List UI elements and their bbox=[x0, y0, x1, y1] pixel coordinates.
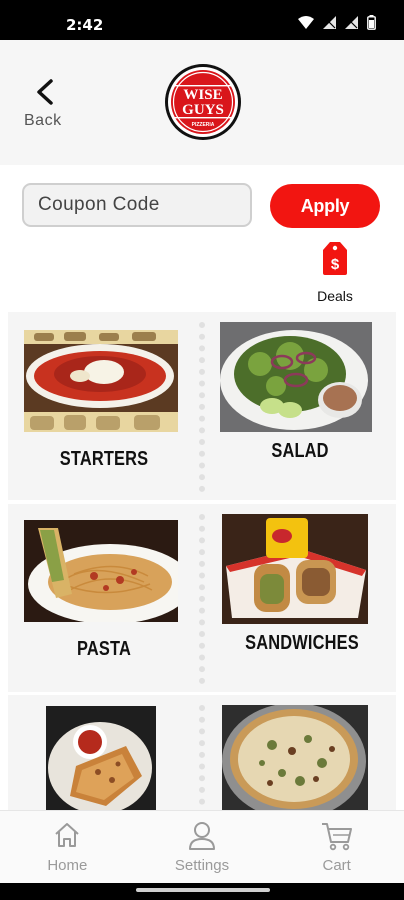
signal-icon-2 bbox=[345, 16, 358, 29]
salad-image bbox=[220, 322, 372, 432]
sandwiches-image bbox=[222, 514, 368, 624]
app-screen: Back WISE GUYS PIZZERIA Apply $ Deals bbox=[0, 40, 404, 883]
status-bar: 2:42 bbox=[0, 0, 404, 40]
category-label: PASTA bbox=[77, 638, 131, 660]
pasta-image bbox=[24, 520, 178, 622]
bottom-tab-bar: Home Settings Cart bbox=[0, 810, 404, 883]
price-tag-icon: $ bbox=[323, 242, 347, 275]
tab-settings[interactable]: Settings bbox=[135, 811, 270, 883]
apply-button[interactable]: Apply bbox=[270, 184, 380, 228]
status-time: 2:42 bbox=[66, 16, 104, 34]
user-icon bbox=[189, 822, 215, 850]
tab-home-label: Home bbox=[47, 857, 88, 874]
pizza-image bbox=[222, 705, 368, 815]
deals-label: Deals bbox=[317, 288, 353, 304]
deals-button[interactable]: $ Deals bbox=[312, 240, 358, 306]
category-pasta[interactable]: PASTA bbox=[24, 520, 184, 700]
category-starters[interactable]: STARTERS bbox=[24, 330, 184, 510]
home-icon bbox=[55, 823, 80, 847]
dotted-divider bbox=[199, 322, 205, 492]
starters-image bbox=[24, 330, 178, 432]
back-label: Back bbox=[24, 112, 62, 129]
svg-text:GUYS: GUYS bbox=[182, 102, 224, 118]
coupon-code-input[interactable] bbox=[22, 183, 252, 227]
header: Back WISE GUYS PIZZERIA bbox=[0, 40, 404, 165]
back-button[interactable]: Back bbox=[22, 78, 72, 134]
svg-text:WISE: WISE bbox=[183, 87, 222, 103]
chevron-left-icon bbox=[37, 79, 53, 105]
dotted-divider bbox=[199, 514, 205, 684]
category-label: SALAD bbox=[271, 440, 329, 462]
category-grid: STARTERS SALAD PASTA SANDWICHES bbox=[8, 312, 396, 883]
category-label: SANDWICHES bbox=[245, 632, 359, 654]
home-indicator[interactable] bbox=[136, 888, 270, 892]
system-nav-bar bbox=[0, 883, 404, 900]
category-row: STARTERS SALAD bbox=[8, 312, 396, 500]
svg-text:PIZZERIA: PIZZERIA bbox=[192, 122, 215, 128]
category-row: PASTA SANDWICHES bbox=[8, 504, 396, 692]
tab-home[interactable]: Home bbox=[0, 811, 135, 883]
category-sandwiches[interactable]: SANDWICHES bbox=[222, 514, 382, 694]
svg-text:$: $ bbox=[331, 256, 340, 273]
category-salad[interactable]: SALAD bbox=[220, 322, 380, 502]
category-label: STARTERS bbox=[59, 448, 149, 470]
calzone-image bbox=[46, 706, 156, 816]
wise-guys-logo: WISE GUYS PIZZERIA bbox=[165, 64, 241, 140]
tab-settings-label: Settings bbox=[174, 857, 230, 874]
wifi-icon bbox=[298, 16, 314, 29]
tab-cart[interactable]: Cart bbox=[269, 811, 404, 883]
battery-icon bbox=[367, 15, 376, 30]
cart-icon bbox=[321, 823, 352, 851]
status-icons bbox=[298, 15, 376, 30]
signal-icon bbox=[323, 16, 336, 29]
tab-cart-label: Cart bbox=[322, 857, 351, 874]
